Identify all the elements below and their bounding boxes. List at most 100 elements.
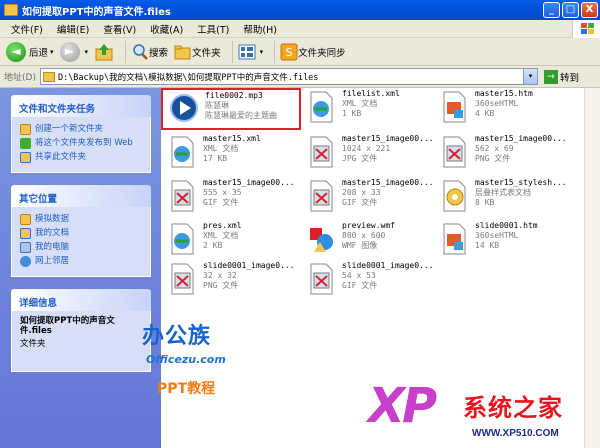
details-name: 如何提取PPT中的声音文件.files xyxy=(20,316,115,336)
task-share-folder[interactable]: 共享此文件夹 xyxy=(20,152,144,163)
place-mock-data[interactable]: 模拟数据 xyxy=(20,214,144,225)
file-name: master15_image00... xyxy=(475,134,567,143)
xml-icon xyxy=(167,135,197,169)
file-name: slide0001.htm xyxy=(475,221,538,230)
xp-logo: XP xyxy=(368,378,437,434)
address-path: D:\Backup\我的文档\模拟数据\如何提取PPT中的声音文件.files xyxy=(57,72,319,83)
place-network[interactable]: 网上邻居 xyxy=(20,256,144,267)
search-button[interactable]: 搜索 xyxy=(131,43,168,61)
ppt-tutorial-label: PPT教程 xyxy=(157,381,216,397)
up-folder-button[interactable] xyxy=(94,42,114,62)
folder-icon xyxy=(20,214,31,225)
chevron-down-icon: ▾ xyxy=(84,47,89,56)
image-icon xyxy=(167,262,197,296)
vertical-scrollbar[interactable] xyxy=(584,88,600,448)
file-meta: 208 x 33 xyxy=(342,188,381,197)
go-button[interactable]: → 转到 xyxy=(543,69,579,84)
place-my-computer[interactable]: 我的电脑 xyxy=(20,242,144,253)
file-name: master15_image00... xyxy=(342,134,434,143)
address-input[interactable]: D:\Backup\我的文档\模拟数据\如何提取PPT中的声音文件.files … xyxy=(39,68,538,85)
maximize-button[interactable]: □ xyxy=(562,2,579,18)
file-name: pres.xml xyxy=(203,221,242,230)
back-button[interactable]: ◄ 后退 ▾ xyxy=(6,41,54,62)
views-button[interactable]: ▾ xyxy=(238,43,264,61)
file-tasks-panel: 文件和文件夹任务 创建一个新文件夹 将这个文件夹发布到 Web 共享此文件夹 xyxy=(11,95,151,173)
back-arrow-icon: ◄ xyxy=(6,41,26,62)
forward-button[interactable]: ► ▾ xyxy=(59,41,89,62)
menu-file[interactable]: 文件(F) xyxy=(4,22,50,36)
file-meta: 14 KB xyxy=(475,241,500,250)
chevron-down-icon[interactable]: ▾ xyxy=(522,69,537,84)
place-my-documents[interactable]: 我的文档 xyxy=(20,228,144,239)
xp-system-home-logo: 系统之家 xyxy=(463,394,563,422)
forward-arrow-icon: ► xyxy=(59,41,80,62)
go-arrow-icon: → xyxy=(543,69,558,84)
htm-icon xyxy=(439,90,469,124)
file-meta: 层叠样式表文档 xyxy=(475,188,531,197)
menu-tools[interactable]: 工具(T) xyxy=(190,22,236,36)
menu-bar: 文件(F) 编辑(E) 查看(V) 收藏(A) 工具(T) 帮助(H) xyxy=(0,19,600,38)
documents-icon xyxy=(20,228,31,239)
details-type: 文件夹 xyxy=(20,339,46,349)
file-meta: 555 x 35 xyxy=(203,188,242,197)
computer-icon xyxy=(20,242,31,253)
file-item[interactable]: master15_image00... 208 x 33 GIF 文件 xyxy=(300,177,440,219)
windows-logo-icon xyxy=(572,19,600,38)
folders-label: 文件夹 xyxy=(192,47,221,59)
window-title: 如何提取PPT中的声音文件.files xyxy=(22,6,171,18)
chevron-down-icon: ▾ xyxy=(259,47,264,56)
image-icon xyxy=(306,262,336,296)
file-name: slide0001_image0... xyxy=(342,261,434,270)
toolbar: ◄ 后退 ▾ ► ▾ 搜索 文件夹 ▾ S 文件夹同步 xyxy=(0,38,600,66)
image-icon xyxy=(306,135,336,169)
share-icon xyxy=(20,152,31,163)
go-label: 转到 xyxy=(559,72,579,84)
search-icon xyxy=(133,43,148,60)
sync-icon: S xyxy=(280,43,298,60)
file-meta: 54 x 53 xyxy=(342,271,376,280)
menu-help[interactable]: 帮助(H) xyxy=(236,22,284,36)
minimize-button[interactable]: _ xyxy=(543,2,560,18)
toolbar-separator xyxy=(231,40,233,63)
other-places-title[interactable]: 其它位置 xyxy=(11,185,151,207)
file-meta: JPG 文件 xyxy=(342,154,378,163)
wmf-icon xyxy=(306,222,336,256)
task-new-folder[interactable]: 创建一个新文件夹 xyxy=(20,124,144,135)
file-meta: 2 KB xyxy=(203,241,223,250)
file-item[interactable]: pres.xml XML 文档 2 KB xyxy=(161,220,301,262)
file-name: preview.wmf xyxy=(342,221,395,230)
file-item[interactable]: master15_image00... 555 x 35 GIF 文件 xyxy=(161,177,301,219)
folder-sync-label: 文件夹同步 xyxy=(298,47,346,59)
file-name: file0002.mp3 xyxy=(205,91,263,100)
file-item[interactable]: slide0001_image0... 54 x 53 GIF 文件 xyxy=(300,260,440,302)
task-pane: 文件和文件夹任务 创建一个新文件夹 将这个文件夹发布到 Web 共享此文件夹 其… xyxy=(0,88,161,448)
file-name: master15_image00... xyxy=(203,178,295,187)
file-item[interactable]: slide0001.htm 360seHTML 14 KB xyxy=(433,220,573,262)
file-name: filelist.xml xyxy=(342,89,400,98)
file-item[interactable]: master15_image00... 562 x 69 PNG 文件 xyxy=(433,133,573,175)
file-meta: 8 KB xyxy=(475,198,495,207)
file-item[interactable]: filelist.xml XML 文档 1 KB xyxy=(300,88,440,130)
file-meta: GIF 文件 xyxy=(342,198,378,207)
file-item[interactable]: preview.wmf 800 x 600 WMF 图像 xyxy=(300,220,440,262)
menu-favorites[interactable]: 收藏(A) xyxy=(143,22,190,36)
file-item[interactable]: master15.htm 360seHTML 4 KB xyxy=(433,88,573,130)
file-item[interactable]: master15_image00... 1024 x 221 JPG 文件 xyxy=(300,133,440,175)
toolbar-separator xyxy=(125,40,127,63)
close-button[interactable]: X xyxy=(581,2,598,18)
file-meta: 1024 x 221 xyxy=(342,144,391,153)
xp-url: WWW.XP510.COM xyxy=(472,428,559,439)
file-item[interactable]: file0002.mp3 陈慧琳 陈慧琳最爱的主题曲 xyxy=(161,88,301,130)
file-item[interactable]: slide0001_image0... 32 x 32 PNG 文件 xyxy=(161,260,301,302)
file-tasks-title[interactable]: 文件和文件夹任务 xyxy=(11,95,151,117)
task-publish-web[interactable]: 将这个文件夹发布到 Web xyxy=(20,138,144,149)
details-title[interactable]: 详细信息 xyxy=(11,289,151,311)
file-name: master15.xml xyxy=(203,134,261,143)
file-item[interactable]: master15.xml XML 文档 17 KB xyxy=(161,133,301,175)
menu-edit[interactable]: 编辑(E) xyxy=(50,22,96,36)
menu-view[interactable]: 查看(V) xyxy=(96,22,143,36)
folders-button[interactable]: 文件夹 xyxy=(174,43,221,61)
folder-sync-button[interactable]: S 文件夹同步 xyxy=(280,43,346,61)
xml-icon xyxy=(306,90,336,124)
file-item[interactable]: master15_stylesh... 层叠样式表文档 8 KB xyxy=(433,177,573,219)
